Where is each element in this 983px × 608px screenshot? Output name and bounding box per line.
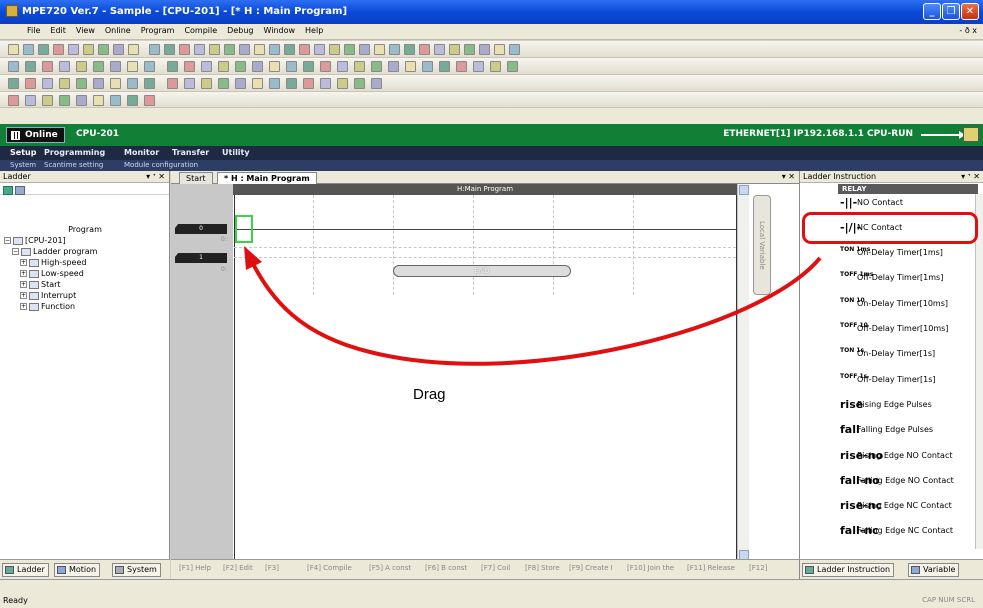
drag-arrow-path xyxy=(250,256,822,366)
arrow-head-icon xyxy=(244,246,262,270)
drag-label: Drag xyxy=(413,386,446,403)
drag-arrow xyxy=(244,246,822,366)
